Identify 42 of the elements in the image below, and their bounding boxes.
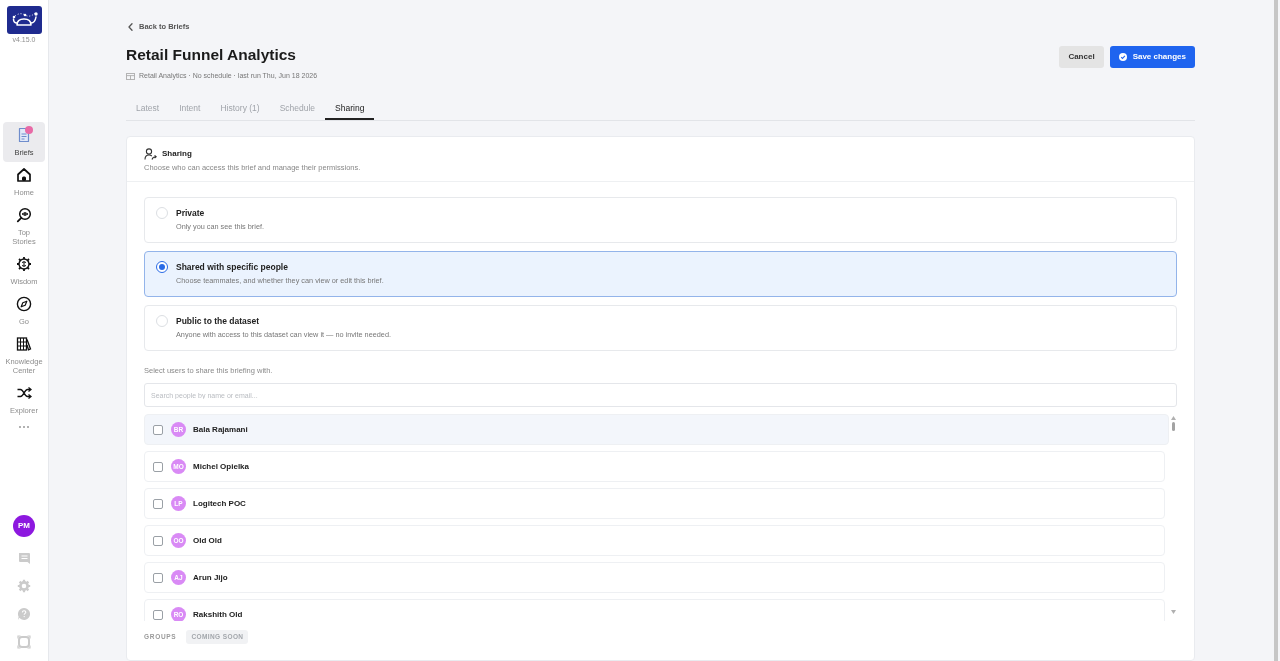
user-name: Bala Rajamani bbox=[193, 423, 248, 436]
check-circle-icon bbox=[1118, 53, 1127, 61]
checkbox[interactable] bbox=[153, 572, 163, 583]
checkbox[interactable] bbox=[153, 535, 163, 546]
eye-magnifier-icon bbox=[16, 207, 32, 223]
frame-icon[interactable] bbox=[17, 635, 31, 649]
page-title: Retail Funnel Analytics bbox=[126, 45, 297, 65]
scroll-down-icon[interactable] bbox=[1170, 610, 1176, 614]
logo-icon[interactable] bbox=[6, 6, 42, 34]
user-avatar[interactable]: PM bbox=[13, 515, 35, 537]
help-icon[interactable] bbox=[17, 607, 31, 621]
cancel-button[interactable]: Cancel bbox=[1059, 46, 1104, 68]
person-arrow-icon bbox=[144, 148, 157, 160]
cog-icon bbox=[16, 256, 32, 272]
checkbox[interactable] bbox=[153, 424, 163, 435]
chevron-left-icon bbox=[128, 23, 133, 31]
radio-button[interactable] bbox=[156, 261, 168, 273]
more-icon[interactable] bbox=[18, 425, 30, 429]
checkbox[interactable] bbox=[153, 609, 163, 620]
option-title: Private bbox=[176, 207, 206, 219]
user-name: Old Old bbox=[193, 534, 222, 547]
settings-icon[interactable] bbox=[17, 579, 31, 593]
tab[interactable]: Sharing bbox=[325, 96, 375, 120]
checkbox[interactable] bbox=[153, 498, 163, 509]
user-name: Michel Opielka bbox=[193, 460, 250, 473]
compass-icon bbox=[16, 296, 32, 312]
chat-icon[interactable] bbox=[17, 551, 31, 565]
scroll-up-icon[interactable] bbox=[1170, 416, 1176, 420]
checkbox[interactable] bbox=[153, 461, 163, 472]
user-name: Logitech POC bbox=[193, 497, 246, 510]
table-icon bbox=[126, 72, 135, 80]
user-name: Arun Jijo bbox=[193, 571, 228, 584]
page-scrollbar-thumb[interactable] bbox=[1274, 0, 1278, 661]
section-title: Sharing bbox=[162, 148, 192, 160]
user-name: Rakshith Old bbox=[193, 608, 243, 621]
books-icon bbox=[16, 336, 32, 352]
scrollbar-thumb[interactable] bbox=[1171, 422, 1175, 431]
option-title: Shared with specific people bbox=[176, 261, 289, 273]
shuffle-icon bbox=[16, 385, 32, 401]
save-button[interactable]: Save changes bbox=[1109, 46, 1195, 68]
home-icon bbox=[16, 167, 32, 183]
option-title: Public to the dataset bbox=[176, 315, 261, 327]
